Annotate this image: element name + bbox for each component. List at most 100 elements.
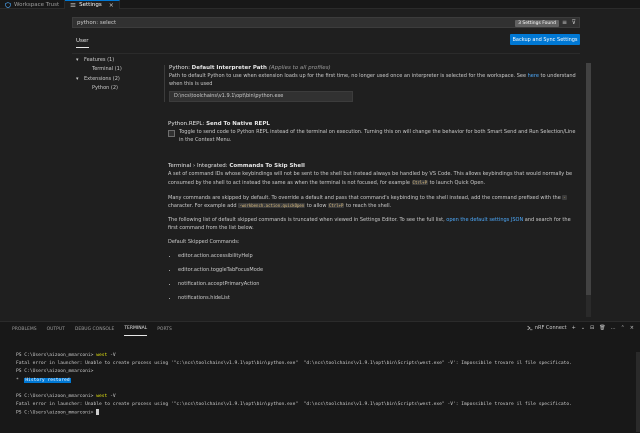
tab-label: Workspace Trust <box>14 1 60 8</box>
settings-icon <box>70 3 76 7</box>
history-restored-label: History restored <box>24 377 71 383</box>
default-skipped-label: Default Skipped Commands: <box>168 239 240 246</box>
setting-name: Default Interpreter Path <box>191 65 267 71</box>
terminal-line: PS C:\Users\aizoon_mmarconi> <box>16 368 636 376</box>
toc-item-python[interactable]: Python (2) <box>76 84 156 94</box>
desc-text: character. For example add <box>168 203 239 210</box>
command-arg: -V <box>110 353 116 358</box>
keybinding-code: Ctrl+P <box>411 179 428 185</box>
setting-category: Terminal › Integrated: <box>168 163 228 169</box>
terminal-line: PS C:\Users\aizoon_mmarconi> west -V <box>16 393 636 401</box>
interpreter-path-input[interactable]: D:\ncs\toolchains\v1.9.1\opt\bin\python.… <box>169 90 353 102</box>
terminal-cursor <box>96 409 100 416</box>
close-icon[interactable]: × <box>109 2 114 9</box>
toc-label: Python (2) <box>92 85 119 92</box>
setting-description-p1: A set of command IDs whose keybindings w… <box>168 171 576 187</box>
setting-default-interpreter-path: Python: Default Interpreter Path (Applie… <box>164 65 576 102</box>
search-value: python: select <box>77 19 117 26</box>
here-link[interactable]: here <box>528 73 539 79</box>
editor-tab-bar: Workspace Trust Settings × <box>0 0 640 9</box>
send-to-repl-checkbox[interactable] <box>168 130 175 138</box>
settings-scrollbar[interactable] <box>586 63 591 317</box>
panel-actions: nRF Connect + ⌄ ⊟ 🗑 … ⌃ × <box>527 325 634 331</box>
tab-settings[interactable]: Settings × <box>65 0 120 9</box>
setting-scope-note: (Applies to all profiles) <box>268 65 331 71</box>
toc-label: Terminal (1) <box>92 66 122 73</box>
inline-code: -workbench.action.quickOpen <box>238 203 306 209</box>
bottom-panel: PROBLEMS OUTPUT DEBUG CONSOLE TERMINAL P… <box>0 321 640 433</box>
tab-user-scope[interactable]: User <box>76 38 89 48</box>
default-settings-json-link[interactable]: open the default settings JSON <box>446 217 523 223</box>
toc-item-terminal[interactable]: Terminal (1) <box>76 65 156 75</box>
terminal-name: nRF Connect <box>534 325 567 331</box>
tab-terminal[interactable]: TERMINAL <box>124 322 148 336</box>
setting-category: Python.REPL: <box>168 121 205 127</box>
tab-label: Settings <box>79 2 102 8</box>
prompt: PS C:\Users\aizoon_mmarconi> <box>16 410 94 416</box>
setting-description: Path to default Python to use when exten… <box>169 73 576 88</box>
prompt: PS C:\Users\aizoon_mmarconi> <box>16 353 94 358</box>
filter-icon[interactable]: ⊽ <box>572 19 576 26</box>
setting-description-p2: Many commands are skipped by default. To… <box>168 194 576 211</box>
setting-send-to-native-repl: Python.REPL: Send To Native REPL Toggle … <box>164 121 576 144</box>
settings-toc: ▾ Features (1) Terminal (1) ▾ Extensions… <box>76 55 156 93</box>
desc-text: to launch Quick Open. <box>427 179 486 186</box>
list-item: notification.acceptPrimaryAction <box>178 278 576 292</box>
divider <box>72 53 580 54</box>
terminal-line: Fatal error in launcher: Unable to creat… <box>16 361 572 367</box>
chevron-down-icon: ▾ <box>76 56 79 63</box>
toc-item-features[interactable]: ▾ Features (1) <box>76 55 156 65</box>
scrollbar-thumb[interactable] <box>586 63 591 295</box>
desc-text: Path to default Python to use when exten… <box>169 73 528 80</box>
split-terminal-icon[interactable]: ⊟ <box>590 325 594 331</box>
terminal-icon <box>527 325 533 331</box>
new-terminal-icon[interactable]: + <box>572 325 576 331</box>
prompt: PS C:\Users\aizoon_mmarconi> <box>16 369 94 375</box>
setting-category: Python: <box>169 65 190 71</box>
desc-text: Many commands are skipped by default. To… <box>168 194 563 201</box>
clear-filter-icon[interactable]: ≡ <box>562 19 567 26</box>
setting-name: Commands To Skip Shell <box>229 163 305 169</box>
terminal-line: PS C:\Users\aizoon_mmarconi> west -V <box>16 352 636 360</box>
toc-label: Extensions (2) <box>84 75 120 82</box>
results-count-badge: 3 Settings Found <box>515 19 559 27</box>
settings-search-input[interactable]: python: select 3 Settings Found ≡ ⊽ <box>72 17 580 28</box>
terminal-line: Fatal error in launcher: Unable to creat… <box>16 402 572 408</box>
more-actions-icon[interactable]: … <box>611 325 616 331</box>
tab-output[interactable]: OUTPUT <box>47 322 65 336</box>
chevron-down-icon[interactable]: ⌄ <box>581 325 585 331</box>
toc-label: Features (1) <box>84 56 115 63</box>
skipped-commands-list: editor.action.accessibilityHelp editor.a… <box>168 250 576 306</box>
maximize-panel-icon[interactable]: ⌃ <box>621 325 625 331</box>
chevron-down-icon: ▾ <box>76 75 79 82</box>
tab-debug-console[interactable]: DEBUG CONSOLE <box>75 322 114 336</box>
inline-code: - <box>562 194 567 200</box>
backup-sync-button[interactable]: Backup and Sync Settings <box>510 34 580 45</box>
settings-list: Python: Default Interpreter Path (Applie… <box>160 55 584 325</box>
terminal-output[interactable]: PS C:\Users\aizoon_mmarconi> west -V Fata… <box>16 352 636 418</box>
command-arg: -V <box>110 394 116 400</box>
setting-description-p3: The following list of default skipped co… <box>168 217 576 232</box>
terminal-scrollbar[interactable] <box>636 352 640 432</box>
command: west <box>96 353 108 358</box>
toc-item-extensions[interactable]: ▾ Extensions (2) <box>76 74 156 84</box>
command: west <box>96 394 108 400</box>
close-icon[interactable]: × <box>630 325 634 331</box>
keybinding-code: Ctrl+P <box>328 203 345 209</box>
tab-ports[interactable]: PORTS <box>157 322 172 336</box>
setting-title: Terminal › Integrated: Commands To Skip … <box>168 163 576 170</box>
setting-commands-to-skip-shell: Terminal › Integrated: Commands To Skip … <box>164 163 576 306</box>
setting-name: Send To Native REPL <box>206 121 270 127</box>
terminal-selector[interactable]: nRF Connect <box>527 325 567 331</box>
tab-workspace-trust[interactable]: Workspace Trust <box>0 0 66 9</box>
tab-problems[interactable]: PROBLEMS <box>12 322 37 336</box>
settings-editor: python: select 3 Settings Found ≡ ⊽ User… <box>0 9 640 321</box>
desc-text: A set of command IDs whose keybindings w… <box>168 171 573 186</box>
terminal-line: * History restored <box>16 377 636 385</box>
history-marker: * <box>16 377 19 383</box>
prompt: PS C:\Users\aizoon_mmarconi> <box>16 394 94 400</box>
setting-title: Python.REPL: Send To Native REPL <box>168 121 576 128</box>
trash-icon[interactable]: 🗑 <box>599 325 605 331</box>
list-item: editor.action.accessibilityHelp <box>178 250 576 264</box>
